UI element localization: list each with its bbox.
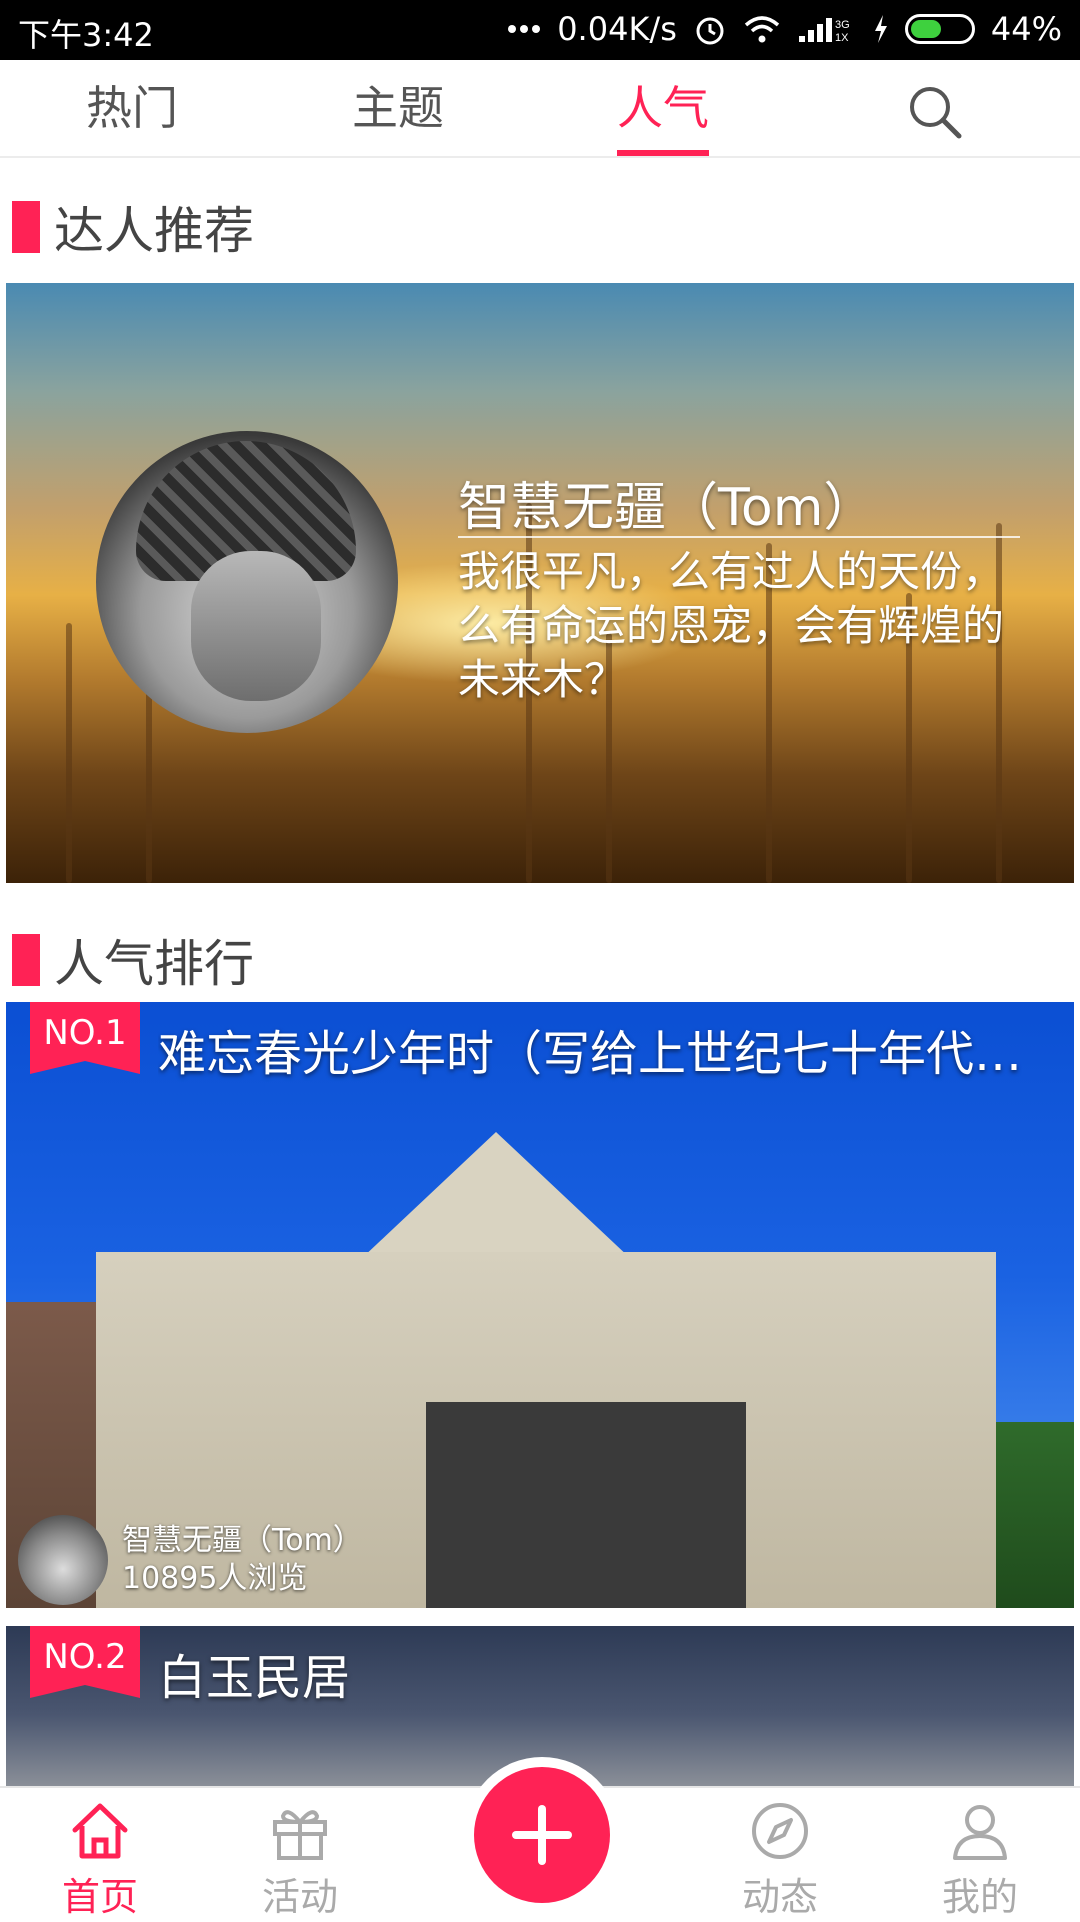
expert-divider bbox=[458, 536, 1020, 538]
rank-badge-label: NO.2 bbox=[43, 1637, 127, 1677]
ranking-card-1[interactable]: NO.1 难忘春光少年时（写给上世纪七十年代… 智慧无疆（Tom） 10895人… bbox=[6, 1002, 1074, 1608]
svg-text:3G: 3G bbox=[835, 19, 850, 31]
section-expert-title: 达人推荐 bbox=[54, 202, 254, 260]
charging-icon bbox=[873, 14, 889, 44]
nav-profile[interactable]: 我的 bbox=[920, 1796, 1040, 1921]
section-marker bbox=[12, 934, 40, 986]
card-author[interactable]: 智慧无疆（Tom） 10895人浏览 bbox=[18, 1512, 363, 1608]
compass-icon bbox=[752, 1803, 808, 1859]
expert-banner[interactable]: 智慧无疆（Tom） 我很平凡，么有过人的天份，么有命运的恩宠，会有辉煌的未来木？ bbox=[6, 283, 1074, 883]
ranking-card-2[interactable]: NO.2 白玉民居 bbox=[6, 1626, 1074, 1786]
search-button[interactable] bbox=[905, 82, 965, 142]
gift-icon bbox=[273, 1810, 327, 1860]
tab-hot-label: 热门 bbox=[86, 81, 178, 135]
author-name: 智慧无疆（Tom） bbox=[122, 1523, 363, 1558]
search-icon bbox=[910, 87, 962, 139]
author-meta: 智慧无疆（Tom） 10895人浏览 bbox=[122, 1522, 363, 1598]
tab-topics-label: 主题 bbox=[352, 81, 444, 135]
alarm-icon bbox=[693, 12, 727, 46]
nav-profile-label: 我的 bbox=[941, 1875, 1018, 1919]
top-tab-bar: 热门 主题 人气 bbox=[0, 60, 1080, 158]
nav-events[interactable]: 活动 bbox=[240, 1796, 360, 1921]
tab-topics[interactable]: 主题 bbox=[352, 60, 444, 156]
rank-badge: NO.2 bbox=[30, 1626, 140, 1698]
card-image-arch bbox=[426, 1402, 746, 1608]
section-ranking-heading: 人气排行 bbox=[12, 930, 254, 993]
active-tab-indicator bbox=[617, 150, 709, 156]
reed-decoration bbox=[66, 623, 72, 883]
status-bar: 下午3:42 0.04K/s 3G 1X 44% bbox=[0, 0, 1080, 60]
svg-text:1X: 1X bbox=[835, 32, 849, 44]
nav-events-label: 活动 bbox=[261, 1875, 338, 1919]
expert-avatar[interactable] bbox=[96, 431, 398, 733]
status-time: 下午3:42 bbox=[18, 16, 154, 54]
tab-popular[interactable]: 人气 bbox=[617, 60, 709, 156]
add-post-button[interactable] bbox=[474, 1767, 610, 1903]
battery-icon bbox=[904, 14, 975, 44]
nav-home-label: 首页 bbox=[61, 1875, 138, 1919]
tab-popular-label: 人气 bbox=[617, 81, 709, 135]
status-right: 0.04K/s 3G 1X 44% bbox=[507, 10, 1062, 48]
card-image-tree bbox=[996, 1422, 1074, 1608]
home-icon bbox=[72, 1803, 128, 1859]
nav-home[interactable]: 首页 bbox=[40, 1796, 160, 1921]
nav-activity[interactable]: 动态 bbox=[720, 1796, 840, 1921]
author-avatar[interactable] bbox=[18, 1515, 108, 1605]
network-speed: 0.04K/s bbox=[557, 10, 677, 48]
rank-badge-label: NO.1 bbox=[43, 1013, 127, 1053]
avatar-face bbox=[191, 551, 321, 701]
battery-level: 44% bbox=[990, 10, 1062, 48]
wifi-icon bbox=[743, 14, 781, 44]
signal-icon: 3G 1X bbox=[797, 14, 857, 44]
section-marker bbox=[12, 201, 40, 253]
more-dots-icon bbox=[507, 24, 541, 34]
view-count: 10895人浏览 bbox=[122, 1561, 308, 1596]
user-icon bbox=[953, 1805, 1007, 1860]
tab-hot[interactable]: 热门 bbox=[86, 60, 178, 156]
section-ranking-title: 人气排行 bbox=[54, 935, 254, 993]
expert-bio: 我很平凡，么有过人的天份，么有命运的恩宠，会有辉煌的未来木？ bbox=[458, 547, 1005, 704]
nav-activity-label: 动态 bbox=[741, 1875, 818, 1919]
ranking-title: 难忘春光少年时（写给上世纪七十年代… bbox=[158, 1026, 1023, 1082]
rank-badge: NO.1 bbox=[30, 1002, 140, 1074]
section-expert-heading: 达人推荐 bbox=[12, 197, 254, 260]
expert-name: 智慧无疆（Tom） bbox=[458, 478, 876, 538]
ranking-title: 白玉民居 bbox=[158, 1650, 351, 1706]
